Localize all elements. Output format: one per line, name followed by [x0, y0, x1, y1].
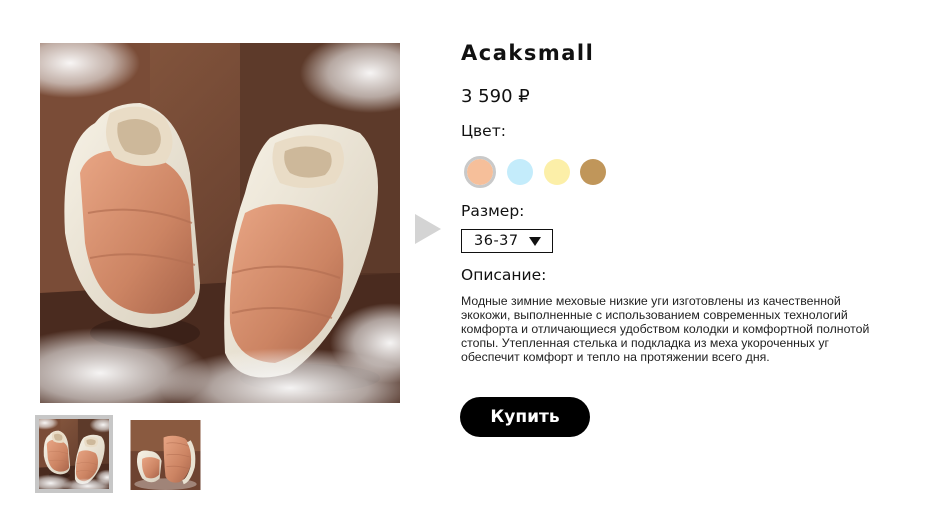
color-swatch-peach[interactable] [464, 156, 496, 188]
slippers-thumbnail-image [39, 419, 109, 489]
description-label: Описание: [461, 266, 547, 284]
size-selected-value: 36-37 [474, 233, 519, 249]
size-label: Размер: [461, 202, 525, 220]
gallery-thumbnail-2[interactable] [130, 420, 201, 490]
description-text: Модные зимние меховые низкие уги изготов… [461, 294, 870, 364]
slippers-side-thumbnail-image [130, 420, 201, 490]
gallery-thumbnail-1[interactable] [35, 415, 113, 493]
color-swatch-light-blue[interactable] [507, 159, 533, 185]
slippers-main-image [40, 43, 400, 403]
color-swatch-gold-brown[interactable] [580, 159, 606, 185]
next-image-arrow-icon[interactable] [415, 214, 441, 244]
product-main-image [40, 43, 400, 403]
dropdown-caret-icon [529, 237, 541, 246]
color-swatch-light-yellow[interactable] [544, 159, 570, 185]
size-dropdown[interactable]: 36-37 [461, 229, 553, 253]
product-price: 3 590 ₽ [461, 86, 530, 107]
product-title: Acaksmall [461, 41, 595, 65]
color-label: Цвет: [461, 122, 506, 140]
buy-button[interactable]: Купить [460, 397, 590, 437]
